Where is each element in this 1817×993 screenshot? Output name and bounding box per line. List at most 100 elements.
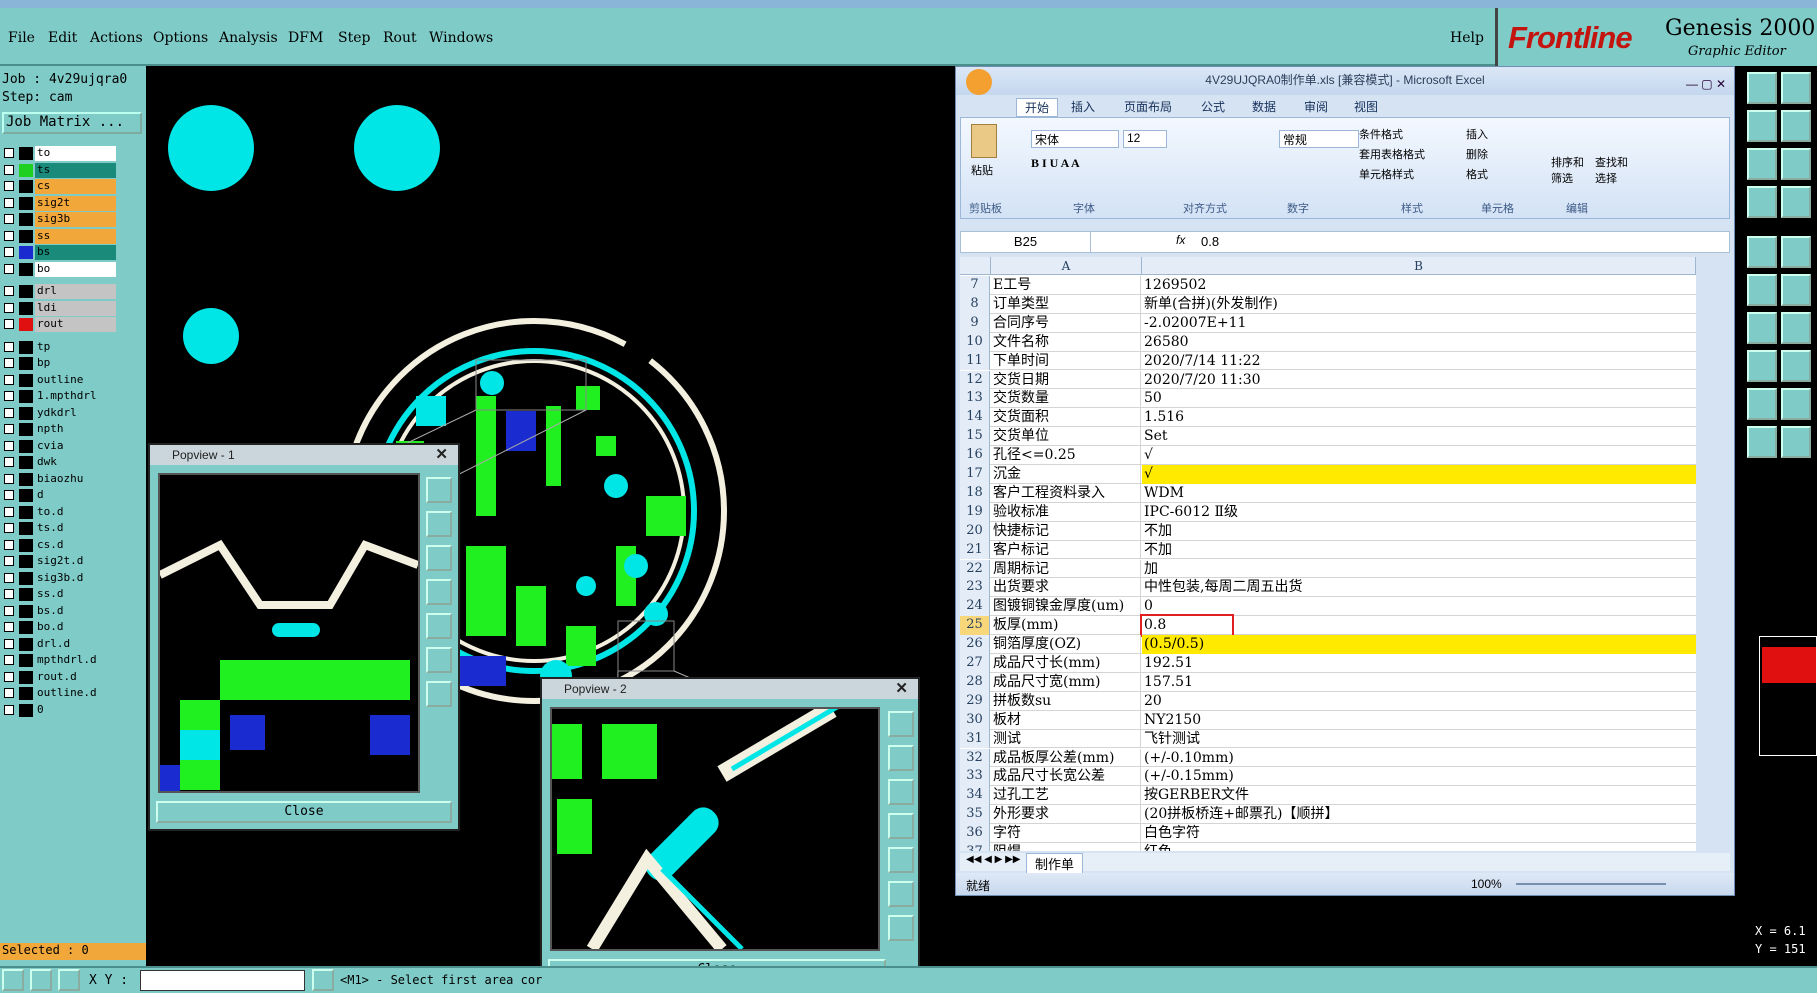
row-number[interactable]: 8 [960,294,990,314]
cell-a[interactable]: 过孔工艺 [991,786,1141,806]
pan-up-icon[interactable] [426,511,452,537]
layer-color-swatch[interactable] [19,604,33,618]
cell-a[interactable]: 快捷标记 [991,521,1141,541]
layer-row[interactable]: tp [2,339,116,355]
menu-dfm[interactable]: DFM [288,30,323,46]
table-row[interactable]: 11 下单时间 2020/7/14 11:22 [960,351,1696,371]
cell-a[interactable]: 订单类型 [991,294,1141,314]
menu-file[interactable]: File [8,30,35,46]
layer-name[interactable]: ldi [35,300,116,316]
row-number[interactable]: 14 [960,408,990,428]
pointer-icon[interactable] [1747,426,1777,458]
row-number[interactable]: 20 [960,521,990,541]
layer-color-swatch[interactable] [19,654,33,667]
layer-color-swatch[interactable] [19,538,33,552]
office-button-icon[interactable] [966,69,992,95]
layer-name[interactable]: bs [35,245,116,260]
tool-icon[interactable] [1781,350,1811,382]
layer-row[interactable]: drl [2,284,116,299]
layer-row[interactable]: sig3b.d [2,570,116,586]
layer-row[interactable]: cs [2,179,116,194]
row-number[interactable]: 26 [960,635,990,654]
cell-b[interactable]: (+/-0.10mm) [1142,749,1696,768]
layer-color-swatch[interactable] [19,621,33,634]
row-number[interactable]: 24 [960,597,990,617]
tool-icon[interactable] [1781,312,1811,344]
cell-b[interactable]: NY2150 [1142,711,1696,730]
tool-icon[interactable] [1747,110,1777,142]
row-number[interactable]: 32 [960,748,990,768]
layer-row[interactable]: outline [2,372,116,388]
layer-name[interactable]: to [35,146,116,161]
cell-a[interactable]: 验收标准 [991,502,1141,522]
layer-name[interactable]: bo.d [35,620,116,635]
layer-checkbox[interactable] [4,539,14,550]
corner-cell[interactable] [960,257,991,275]
table-row[interactable]: 33 成品尺寸长宽公差 (+/-0.15mm) [960,767,1696,787]
table-row[interactable]: 8 订单类型 新单(合拼)(外发制作) [960,294,1696,314]
cell-b[interactable]: -2.02007E+11 [1142,314,1696,333]
table-row[interactable]: 23 出货要求 中性包装,每周二周五出货 [960,578,1696,598]
table-row[interactable]: 18 客户工程资料录入 WDM [960,483,1696,503]
cell-b[interactable]: WDM [1142,484,1696,503]
layer-row[interactable]: rout.d [2,669,116,685]
zoom-out-icon[interactable] [426,681,452,707]
layer-row[interactable]: biaozhu [2,471,116,487]
row-number[interactable]: 30 [960,710,990,730]
layer-name[interactable]: 1.mpthdrl [35,389,116,404]
fx-icon[interactable]: fx [1176,233,1185,247]
layer-checkbox[interactable] [4,263,14,274]
zoom-in-icon[interactable] [426,477,452,503]
tool-icon[interactable] [312,969,334,991]
cell-b[interactable]: 不加 [1142,541,1696,560]
style-cell[interactable]: 单元格样式 [1359,166,1414,182]
row-number[interactable]: 16 [960,446,990,465]
layer-checkbox[interactable] [4,490,14,500]
tool-icon[interactable] [1747,274,1777,306]
fit-icon[interactable] [426,647,452,673]
layer-color-swatch[interactable] [19,637,33,651]
pan-up-icon[interactable] [888,745,914,771]
layer-color-swatch[interactable] [19,390,33,403]
cell-b[interactable]: (0.5/0.5) [1142,635,1696,654]
tool-icon[interactable] [1781,274,1811,306]
find-select[interactable]: 查找和选择 [1595,154,1635,186]
layer-color-swatch[interactable] [19,163,33,177]
bold-italic-underline-icons[interactable]: B I U A A [1031,156,1080,171]
layer-row[interactable]: to.d [2,504,116,520]
layer-name[interactable]: drl.d [35,636,116,652]
layer-checkbox[interactable] [4,671,14,682]
cell-b[interactable]: 26580 [1142,333,1696,352]
overview-map[interactable] [1759,636,1817,756]
table-row[interactable]: 34 过孔工艺 按GERBER文件 [960,786,1696,806]
layer-row[interactable]: rout [2,317,116,332]
row-number[interactable]: 34 [960,786,990,806]
layer-color-swatch[interactable] [19,357,33,370]
cell-b[interactable]: 1.516 [1142,408,1696,427]
style-conditional[interactable]: 条件格式 [1359,126,1403,142]
layer-color-swatch[interactable] [19,687,33,700]
tab-page-layout[interactable]: 页面布局 [1124,98,1172,115]
table-row[interactable]: 27 成品尺寸长(mm) 192.51 [960,654,1696,673]
layer-color-swatch[interactable] [19,456,33,469]
row-number[interactable]: 22 [960,559,990,579]
row-number[interactable]: 31 [960,729,990,749]
menu-help[interactable]: Help [1450,30,1484,46]
cell-a[interactable]: 交货日期 [991,370,1141,390]
layer-checkbox[interactable] [4,572,14,583]
layer-color-swatch[interactable] [19,196,33,210]
table-row[interactable]: 19 验收标准 IPC-6012 Ⅱ级 [960,502,1696,522]
layer-color-swatch[interactable] [19,246,33,259]
table-row[interactable]: 12 交货日期 2020/7/20 11:30 [960,370,1696,390]
cell-a[interactable]: 出货要求 [991,578,1141,598]
layer-checkbox[interactable] [4,407,14,418]
menu-windows[interactable]: Windows [429,30,493,46]
layer-name[interactable]: cvia [35,438,116,454]
layer-name[interactable]: ss.d [35,587,116,602]
table-row[interactable]: 29 拼板数su 20 [960,691,1696,711]
layer-checkbox[interactable] [4,622,14,632]
tool-icon[interactable] [1747,312,1777,344]
pan-left-icon[interactable] [426,579,452,605]
row-number[interactable]: 28 [960,672,990,692]
table-row[interactable]: 37阻焊红色 [960,843,1696,851]
